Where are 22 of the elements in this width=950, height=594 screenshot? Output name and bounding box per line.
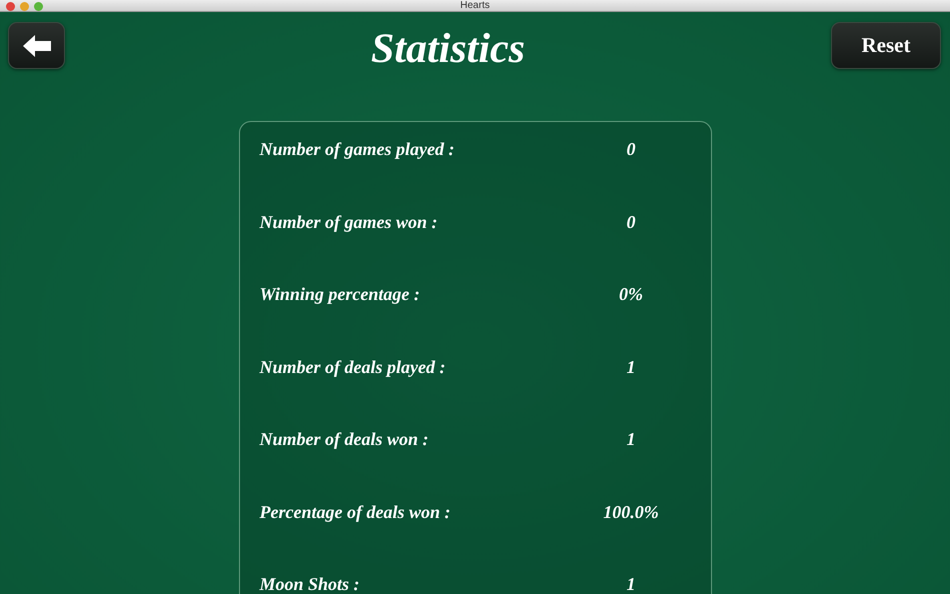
stat-value: 0% xyxy=(618,283,644,305)
stat-label: Number of deals played : xyxy=(260,356,446,378)
stat-value: 1 xyxy=(626,356,637,378)
stat-label: Winning percentage : xyxy=(260,283,421,305)
stat-label: Number of games played : xyxy=(260,138,456,160)
stat-label: Moon Shots : xyxy=(260,573,361,594)
stat-label: Number of deals won : xyxy=(260,428,430,450)
stat-label: Percentage of deals won : xyxy=(260,500,452,522)
stat-value: 1 xyxy=(626,573,637,594)
reset-button[interactable]: Reset xyxy=(830,22,941,69)
page-title: Statistics xyxy=(370,26,526,72)
stat-value: 1 xyxy=(626,428,637,450)
back-button[interactable] xyxy=(8,22,65,69)
stat-label: Number of games won : xyxy=(260,210,439,232)
left-arrow-icon xyxy=(22,34,52,58)
minimize-icon[interactable] xyxy=(20,2,29,11)
window-title: Hearts xyxy=(460,0,490,11)
stat-value: 100.0% xyxy=(602,500,660,522)
stat-value: 0 xyxy=(626,210,637,232)
zoom-icon[interactable] xyxy=(34,2,43,11)
close-icon[interactable] xyxy=(6,2,15,11)
stat-value: 0 xyxy=(626,138,637,160)
